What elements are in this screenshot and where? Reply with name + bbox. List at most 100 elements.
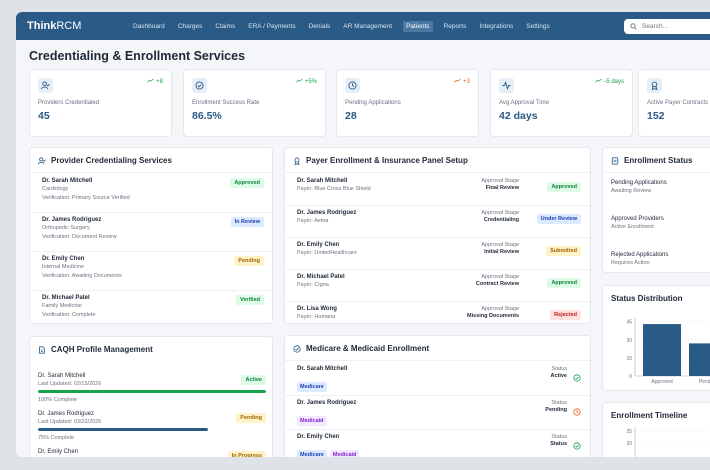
brand-bold: Think	[27, 20, 57, 32]
search-box[interactable]	[624, 19, 710, 34]
stat-card-active-payer-contracts: Active Payer Contracts 152	[638, 69, 710, 137]
medicare-medicaid-panel: Medicare & Medicaid Enrollment Dr. Sarah…	[284, 335, 591, 457]
caqh-row[interactable]: Dr. James Rodriguez Last Updated: 03/22/2…	[38, 411, 266, 445]
stat-card-avg-approval-time: -5 days Avg Approval Time 42 days	[490, 69, 633, 137]
progress-label: 100% Complete	[38, 397, 78, 403]
y-tick-label: 0	[629, 374, 632, 380]
panel-title: Medicare & Medicaid Enrollment	[306, 344, 430, 353]
divider	[30, 212, 272, 213]
enrollment-status-item[interactable]: Approved Providers Active Enrollment	[611, 216, 664, 230]
status-value: Status	[550, 441, 567, 447]
bar-approved[interactable]	[643, 324, 681, 376]
divider	[285, 395, 590, 396]
nav-item-reports[interactable]: Reports	[442, 21, 469, 32]
nav-item-denials[interactable]: Denials	[307, 21, 333, 32]
stat-trend: +8	[147, 78, 163, 85]
payer-row[interactable]: Dr. Lisa Wong Payer: Humana Approval Stage…	[297, 306, 581, 323]
approval-stage-value: Initial Review	[484, 249, 519, 255]
payer-row[interactable]: Dr. Emily Chen Payer: UnitedHealthcare App…	[297, 242, 581, 266]
enrollment-status-sub: Awaiting Review	[611, 188, 652, 194]
caqh-row[interactable]: Dr. Sarah Mitchell Last Updated: 02/15/20…	[38, 373, 266, 407]
approval-stage: Approval Stage Contract Review	[476, 274, 519, 287]
stat-trend: +3	[454, 78, 470, 85]
medicare-row[interactable]: Dr. Emily Chen Medicare Medicaid Status Stat…	[297, 434, 581, 457]
divider	[30, 172, 272, 173]
enrollment-status-item[interactable]: Rejected Applications Requires Action	[611, 252, 668, 266]
provider-row[interactable]: Dr. Sarah Mitchell Cardiology Verification…	[42, 178, 264, 201]
provider-name: Dr. James Rodriguez	[38, 411, 95, 417]
trend-arrow-icon	[595, 78, 602, 85]
status-badge: In Progress	[227, 451, 266, 457]
verification-status: Verification: Document Review	[42, 234, 117, 240]
program-tags: Medicare	[297, 375, 581, 393]
y-tick-label: 30	[626, 338, 632, 344]
last-updated: Last Updated: 02/15/2026	[38, 381, 102, 387]
nav-item-claims[interactable]: Claims	[213, 21, 237, 32]
y-tick-label: 20	[626, 441, 632, 447]
profile-progress-fill	[38, 390, 266, 393]
enrollment-timeline-header: Enrollment Timeline	[611, 411, 687, 420]
payer-row[interactable]: Dr. James Rodriguez Payer: Aetna Approval …	[297, 210, 581, 234]
provider-row[interactable]: Dr. Emily Chen Internal Medicine Verificat…	[42, 256, 264, 279]
provider-name: Dr. Michael Patel	[42, 295, 90, 301]
trend-arrow-icon	[147, 78, 154, 85]
payer-row[interactable]: Dr. Michael Patel Payer: Cigna Approval St…	[297, 274, 581, 298]
enrollment-status-item[interactable]: Pending Applications Awaiting Review	[611, 180, 667, 194]
status-label: Status	[551, 434, 567, 440]
stat-label: Enrollment Success Rate	[192, 100, 260, 106]
enrollment-status-sub: Requires Action	[611, 260, 650, 266]
verification-status: Verification: Complete	[42, 312, 96, 318]
status-label: Status	[551, 400, 567, 406]
enrollment-status-sub: Active Enrollment	[611, 224, 654, 230]
medicare-row[interactable]: Dr. James Rodriguez Medicaid Status Pending	[297, 400, 581, 426]
brand-logo[interactable]: ThinkRCM	[27, 20, 131, 32]
search-input[interactable]	[642, 23, 710, 30]
y-tick-label: 25	[626, 429, 632, 435]
bar-pending[interactable]	[689, 343, 710, 376]
check-circle-icon	[293, 344, 301, 353]
user-check-icon	[38, 156, 46, 164]
nav-item-settings[interactable]: Settings	[524, 21, 552, 32]
provider-name: Dr. Lisa Wong	[297, 306, 337, 312]
x-tick-label: Pending	[699, 379, 710, 385]
divider	[603, 172, 710, 173]
nav-item-ar-management[interactable]: AR Management	[341, 21, 394, 32]
caqh-row[interactable]: Dr. Emily ChenLast Updated: 04/05/2026In…	[38, 449, 266, 457]
search-icon	[630, 23, 637, 30]
status-badge: Active	[241, 375, 266, 385]
provider-row[interactable]: Dr. James Rodriguez Orthopedic Surgery Ver…	[42, 217, 264, 240]
stat-label: Providers Credentialed	[38, 100, 100, 106]
program-tag: Medicare	[297, 450, 327, 457]
stat-trend: -5 days	[595, 78, 624, 85]
nav-item-charges[interactable]: Charges	[176, 21, 205, 32]
nav-item-patients[interactable]: Patients	[403, 20, 433, 32]
program-tag: Medicaid	[329, 450, 360, 457]
verification-status: Verification: Awaiting Documents	[42, 273, 122, 279]
award-icon	[647, 78, 662, 93]
last-updated: Last Updated: 03/22/2026	[38, 419, 102, 425]
stat-card-providers-credentialed: +8 Providers Credentialed 45	[29, 69, 172, 137]
approval-stage-label: Approval Stage	[481, 306, 519, 312]
provider-row[interactable]: Dr. Michael Patel Family Medicine Verifica…	[42, 295, 264, 318]
enrollment-status: Status Active	[550, 366, 567, 379]
payer-name: Payer: Blue Cross Blue Shield	[297, 186, 371, 192]
stat-trend: +5%	[295, 78, 317, 85]
divider	[285, 301, 590, 302]
payer-name: Payer: Cigna	[297, 282, 329, 288]
program-tag: Medicare	[297, 382, 327, 392]
stat-value: 42 days	[499, 110, 538, 122]
nav-item-dashboard[interactable]: Dashboard	[131, 21, 167, 32]
profile-progress-bar	[38, 428, 208, 431]
progress-label: 75% Complete	[38, 435, 75, 441]
nav-item-era-payments[interactable]: ERA / Payments	[246, 21, 297, 32]
provider-credentialing-header: Provider Credentialing Services	[38, 156, 172, 165]
trend-value: +5%	[304, 78, 317, 85]
approval-stage-label: Approval Stage	[481, 274, 519, 280]
user-check-icon	[38, 78, 53, 93]
medicare-row[interactable]: Dr. Sarah Mitchell Medicare Status Active	[297, 366, 581, 392]
payer-row[interactable]: Dr. Sarah Mitchell Payer: Blue Cross Blue…	[297, 178, 581, 202]
trend-value: +8	[156, 78, 163, 85]
verification-status: Verification: Primary Source Verified	[42, 195, 130, 201]
nav-item-integrations[interactable]: Integrations	[477, 21, 515, 32]
enrollment-status-title: Rejected Applications	[611, 252, 669, 258]
